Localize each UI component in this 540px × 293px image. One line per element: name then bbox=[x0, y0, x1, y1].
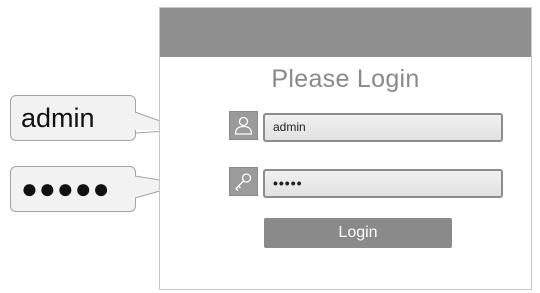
key-icon bbox=[229, 167, 258, 196]
page-title: Please Login bbox=[271, 65, 420, 93]
username-input[interactable]: admin bbox=[263, 113, 503, 142]
password-callout-text: ●●●●● bbox=[21, 173, 111, 204]
user-icon bbox=[229, 111, 258, 140]
login-panel: Please Login admin ••••• Login bbox=[159, 7, 532, 290]
username-callout: admin bbox=[10, 95, 136, 141]
login-button[interactable]: Login bbox=[264, 218, 452, 248]
password-callout: ●●●●● bbox=[10, 166, 136, 212]
password-input[interactable]: ••••• bbox=[263, 169, 503, 198]
username-callout-text: admin bbox=[21, 103, 95, 133]
panel-header bbox=[160, 8, 531, 57]
